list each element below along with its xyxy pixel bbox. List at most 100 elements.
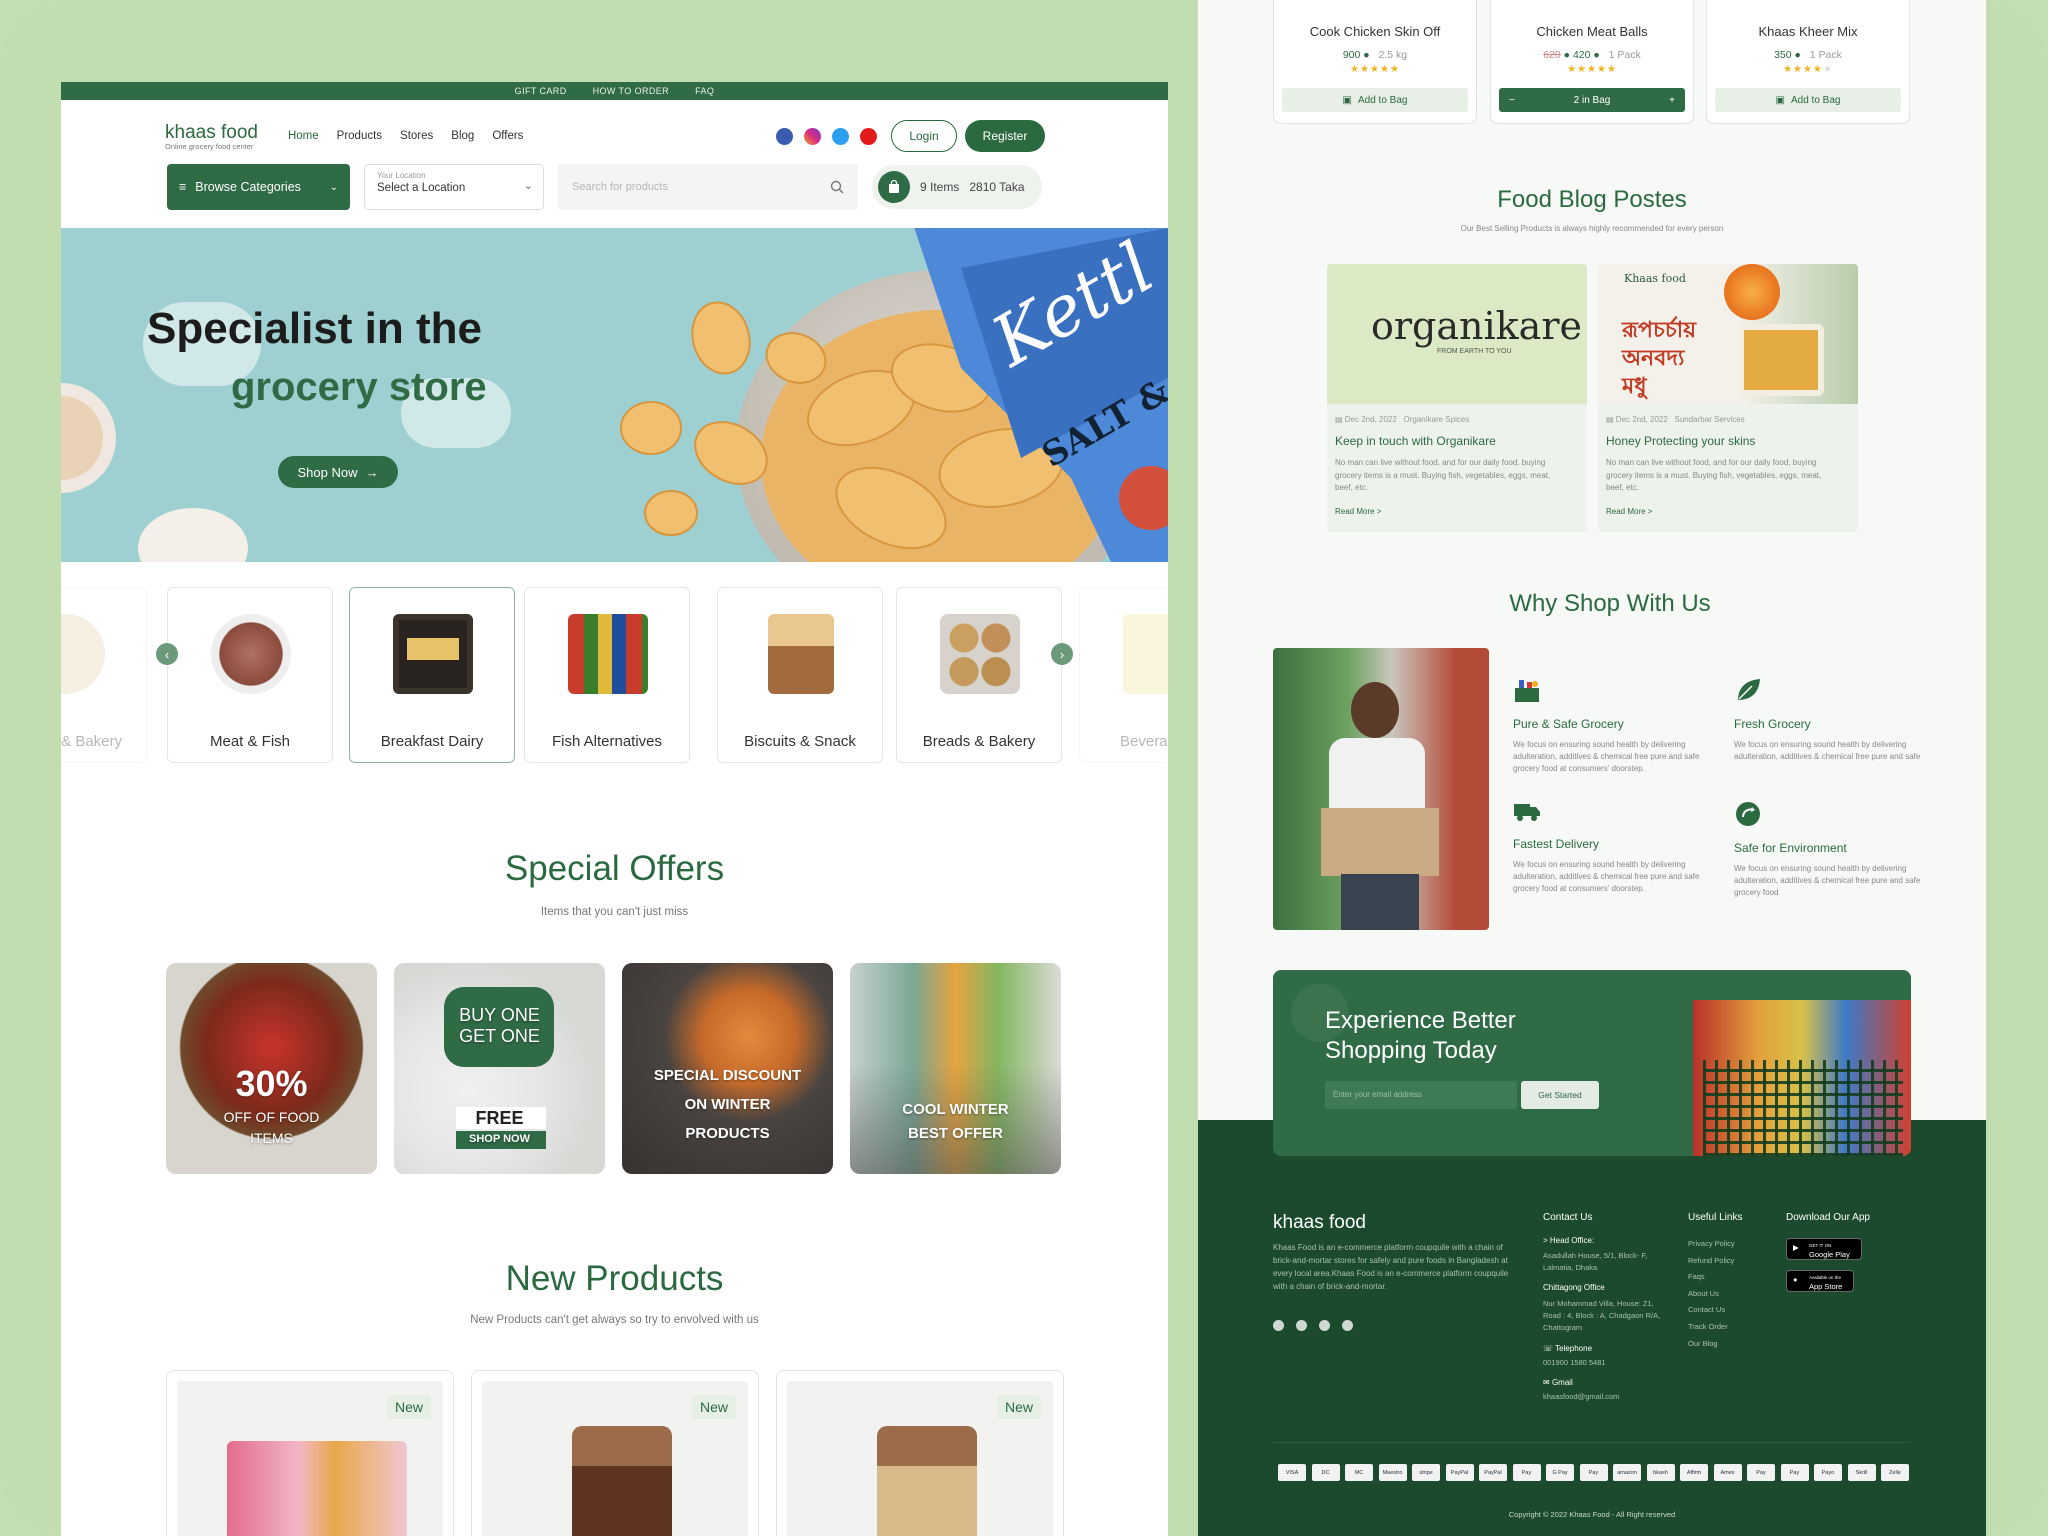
ctg-office-address: Nur Mohammad Villa, House: Z1, Road : 4,… xyxy=(1543,1299,1661,1332)
new-badge: New xyxy=(996,1395,1041,1419)
shop-now-button[interactable]: Shop Now → xyxy=(278,456,398,488)
category-card[interactable]: Meat & Fish xyxy=(167,587,333,763)
facebook-icon[interactable] xyxy=(776,127,793,145)
newsletter-cta: Experience Better Shopping Today Enter yo… xyxy=(1273,970,1911,1156)
faq-link[interactable]: FAQ xyxy=(695,86,714,96)
offer-line: BEST OFFER xyxy=(907,1125,1003,1142)
product-card[interactable]: New xyxy=(471,1370,759,1536)
category-label: & Bakery xyxy=(61,733,122,750)
top-utility-bar: GIFT CARD HOW TO ORDER FAQ xyxy=(61,82,1168,100)
cart-summary[interactable]: 9 Items 2810 Taka xyxy=(872,165,1042,209)
footer-link[interactable]: Refund Policy xyxy=(1688,1253,1735,1270)
get-started-button[interactable]: Get Started xyxy=(1521,1081,1599,1109)
blog-category: Organikare Spices xyxy=(1403,415,1470,424)
youtube-icon[interactable] xyxy=(860,127,877,145)
phone-icon: ☏ xyxy=(1543,1344,1556,1353)
cart-total: 2810 Taka xyxy=(969,180,1025,194)
browse-categories-button[interactable]: ≡ Browse Categories ⌄ xyxy=(167,164,350,210)
add-to-bag-button[interactable]: ▣ Add to Bag xyxy=(1715,88,1901,112)
email-input[interactable]: Enter your email address xyxy=(1325,1081,1517,1109)
footer-link[interactable]: About Us xyxy=(1688,1286,1735,1303)
nav-products[interactable]: Products xyxy=(337,130,382,142)
footer-link[interactable]: Contact Us xyxy=(1688,1302,1735,1319)
as-label: App Store xyxy=(1809,1282,1843,1291)
facebook-icon[interactable] xyxy=(1273,1320,1284,1331)
minus-button[interactable]: − xyxy=(1509,95,1515,106)
category-card[interactable]: Bevera xyxy=(1079,587,1168,763)
category-card[interactable]: Biscuits & Snack xyxy=(717,587,883,763)
footer-link[interactable]: Track Order xyxy=(1688,1319,1735,1336)
how-to-order-link[interactable]: HOW TO ORDER xyxy=(593,86,669,96)
search-input[interactable]: Search for products xyxy=(558,164,858,210)
why-item-title: Fastest Delivery xyxy=(1513,837,1600,851)
payment-method-icon: amazon xyxy=(1613,1464,1641,1481)
category-card[interactable]: Fish Alternatives xyxy=(524,587,690,763)
offer-card-30-off[interactable]: 30% OFF OF FOOD ITEMS xyxy=(166,963,377,1174)
bag-quantity-stepper[interactable]: − 2 in Bag + xyxy=(1499,88,1685,112)
add-to-bag-button[interactable]: ▣ Add to Bag xyxy=(1282,88,1468,112)
category-image xyxy=(768,614,834,694)
carousel-prev-button[interactable]: ‹ xyxy=(156,643,178,665)
read-more-link[interactable]: Read More > xyxy=(1606,507,1652,516)
plus-button[interactable]: + xyxy=(1669,95,1675,106)
twitter-icon[interactable] xyxy=(832,127,849,145)
nav-stores[interactable]: Stores xyxy=(400,130,433,142)
carousel-next-button[interactable]: › xyxy=(1051,643,1073,665)
blog-image: Khaas food রূপচর্চায় অনবদ্য মধু xyxy=(1598,264,1858,404)
nav-blog[interactable]: Blog xyxy=(451,130,474,142)
why-item-title: Fresh Grocery xyxy=(1734,717,1811,731)
cart-items: 9 Items xyxy=(920,180,960,194)
new-products-subtitle: New Products can't get always so try to … xyxy=(470,1314,759,1326)
offer-card-bogo[interactable]: BUY ONE GET ONE FREE SHOP NOW xyxy=(394,963,605,1174)
category-card[interactable]: Breakfast Dairy xyxy=(349,587,515,763)
offer-card-winter-discount[interactable]: SPECIAL DISCOUNT ON WINTER PRODUCTS xyxy=(622,963,833,1174)
nav-home[interactable]: Home xyxy=(288,130,319,142)
product-card[interactable]: Chicken Meat Balls 620 ● 420 ● 1 Pack ★★… xyxy=(1490,0,1694,124)
head-office-label: > Head Office: xyxy=(1543,1236,1595,1245)
blog-card[interactable]: Khaas food রূপচর্চায় অনবদ্য মধু ▤ Dec 2… xyxy=(1598,264,1858,532)
gmail-address[interactable]: khaasfood@gmail.com xyxy=(1543,1392,1619,1401)
login-button[interactable]: Login xyxy=(891,120,957,152)
footer-link[interactable]: Faqs xyxy=(1688,1269,1735,1286)
telephone-number[interactable]: 001900 1580 5481 xyxy=(1543,1358,1606,1367)
gift-card-link[interactable]: GIFT CARD xyxy=(515,86,567,96)
product-image xyxy=(572,1426,672,1536)
offer-free: FREE xyxy=(475,1108,524,1128)
search-icon[interactable] xyxy=(830,180,844,194)
product-card[interactable]: New xyxy=(776,1370,1064,1536)
product-card[interactable]: New xyxy=(166,1370,454,1536)
category-card[interactable]: Breads & Bakery xyxy=(896,587,1062,763)
payment-method-icon: PayPal xyxy=(1445,1464,1474,1481)
head-office-address: Asadullah House, 5/1, Block- F, Lalmatia… xyxy=(1543,1251,1648,1272)
twitter-icon[interactable] xyxy=(1319,1320,1330,1331)
read-more-link[interactable]: Read More > xyxy=(1335,507,1381,516)
app-store-button[interactable]: ● Available on the App Store xyxy=(1786,1270,1854,1292)
youtube-icon[interactable] xyxy=(1342,1320,1353,1331)
category-card[interactable]: & Bakery xyxy=(61,587,147,763)
nav-offers[interactable]: Offers xyxy=(492,130,523,142)
footer-link[interactable]: Privacy Policy xyxy=(1688,1236,1735,1253)
payment-method-icon: Payo xyxy=(1814,1464,1842,1481)
search-placeholder: Search for products xyxy=(572,181,668,193)
product-price: 350 xyxy=(1774,49,1792,61)
brand-logo[interactable]: khaas food Online grocery food center xyxy=(165,122,258,151)
product-card[interactable]: Khaas Kheer Mix 350 ● 1 Pack ★★★★★ ▣ Add … xyxy=(1706,0,1910,124)
instagram-icon[interactable] xyxy=(804,127,821,145)
main-nav: Home Products Stores Blog Offers xyxy=(288,130,523,142)
offer-card-cool-winter[interactable]: COOL WINTER BEST OFFER xyxy=(850,963,1061,1174)
payment-method-icon: PayPal xyxy=(1479,1464,1507,1481)
category-label: Breakfast Dairy xyxy=(380,733,484,750)
blog-card[interactable]: organikare FROM EARTH TO YOU ▤ Dec 2nd, … xyxy=(1327,264,1587,532)
download-app-title: Download Our App xyxy=(1786,1212,1870,1223)
google-play-button[interactable]: ▶ GET IT ON Google Play xyxy=(1786,1238,1862,1260)
register-button[interactable]: Register xyxy=(965,120,1045,152)
offer-shop-now[interactable]: SHOP NOW xyxy=(394,1133,605,1145)
blog-post-title[interactable]: Honey Protecting your skins xyxy=(1606,434,1755,448)
location-select[interactable]: Your Location Select a Location ⌄ xyxy=(364,164,544,210)
blog-post-title[interactable]: Keep in touch with Organikare xyxy=(1335,434,1496,448)
blog-image: organikare FROM EARTH TO YOU xyxy=(1327,264,1587,404)
instagram-icon[interactable] xyxy=(1296,1320,1307,1331)
footer-link[interactable]: Our Blog xyxy=(1688,1336,1735,1353)
product-card[interactable]: Cook Chicken Skin Off 900 ● 2.5 kg ★★★★★… xyxy=(1273,0,1477,124)
product-price-row: 620 ● 420 ● 1 Pack xyxy=(1543,49,1641,61)
